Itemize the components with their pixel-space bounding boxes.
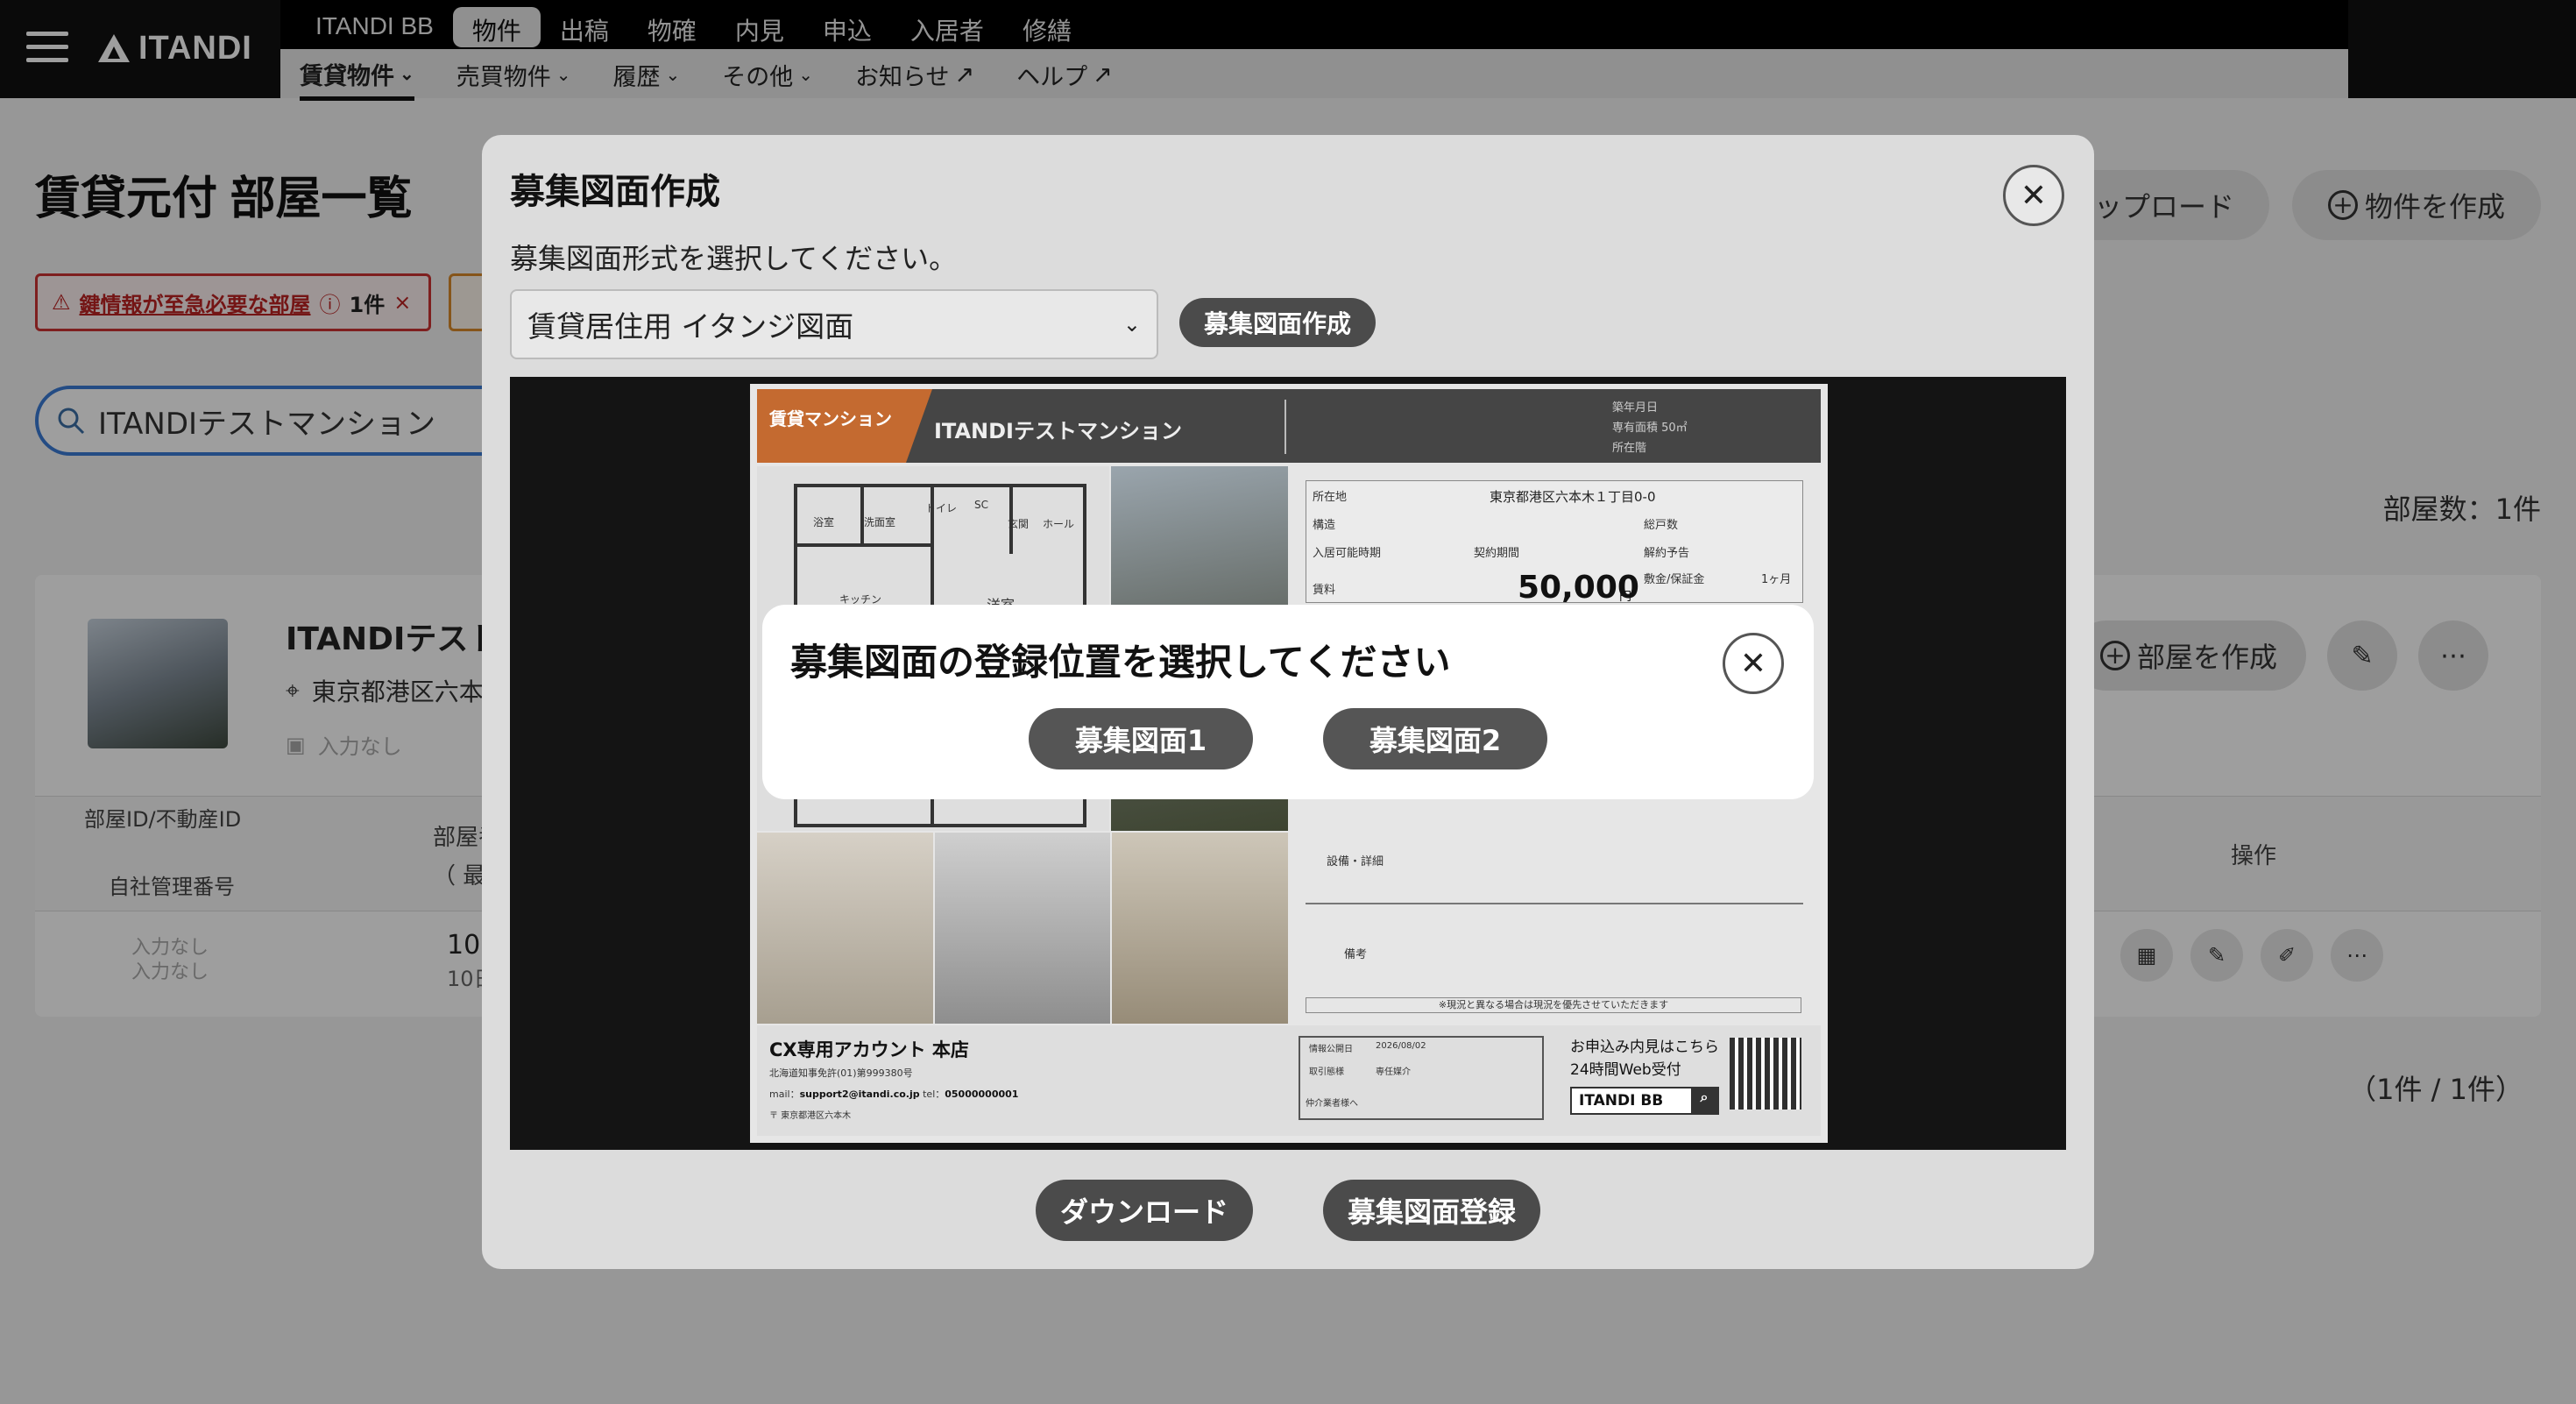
apply-line: お申込み内見はこちら [1570, 1039, 1719, 1056]
flyer-divider [1306, 903, 1803, 904]
flyer-license: 北海道知事免許(01)第999380号 [769, 1067, 913, 1079]
svg-text:洗面室: 洗面室 [864, 515, 895, 528]
apply-line: 24時間Web受付 [1570, 1061, 1681, 1079]
tel: 05000000001 [945, 1088, 1019, 1100]
svg-text:ホール: ホール [1043, 518, 1074, 530]
flyer-building-name: ITANDIテストマンション [934, 419, 1182, 443]
kitchen-photo [934, 833, 1111, 1024]
flyer-contract-label: 契約期間 [1474, 547, 1520, 560]
select-value: 賃貸居住用 イタンジ図面 [527, 309, 854, 344]
position-modal-title: 募集図面の登録位置を選択してください [790, 642, 1451, 683]
flyer-divider [1284, 400, 1286, 454]
flyer-remarks-label: 備考 [1344, 948, 1368, 961]
meta-line: 専有面積 50㎡ [1612, 422, 1688, 435]
flyer-address-label: 所在地 [1313, 491, 1348, 504]
mail: support2@itandi.co.jp [799, 1088, 920, 1100]
svg-text:キッチン: キッチン [839, 593, 881, 606]
flyer-info-pub-label: 情報公開日 [1309, 1045, 1353, 1054]
itbb-text: ITANDI BB [1579, 1092, 1664, 1110]
search-icon: ⌕ [1691, 1088, 1717, 1113]
washroom-photo [1112, 833, 1289, 1024]
chevron-down-icon: ⌄ [1122, 312, 1141, 337]
flyer-apply-text: お申込み内見はこちら 24時間Web受付 [1570, 1036, 1719, 1081]
modal-title: 募集図面作成 [510, 173, 720, 211]
flyer-deposit-label: 敷金/保証金 [1644, 573, 1705, 586]
flyer-rent-label: 賃料 [1313, 584, 1336, 597]
flyer-itandi-bb-logo: ITANDI BB ⌕ [1570, 1087, 1719, 1115]
flyer-footnote: ※現況と異なる場合は現況を優先させていただきます [1306, 997, 1801, 1013]
mail-prefix: mail： [769, 1088, 800, 1100]
flyer-available-label: 入居可能時期 [1313, 547, 1382, 560]
make-flyer-button[interactable]: 募集図面作成 [1179, 298, 1376, 347]
flyer-deposit: 1ヶ月 [1761, 573, 1792, 586]
flyer-total-units-label: 総戸数 [1644, 519, 1679, 532]
modal-prompt: 募集図面形式を選択してください。 [510, 243, 958, 274]
flyer-rent-unit: 円 [1619, 590, 1631, 604]
flyer-agency-address: 〒 東京都港区六本木 [769, 1111, 852, 1121]
flyer-address: 東京都港区六本木１丁目0-0 [1490, 489, 1656, 505]
flyer-contact: mail：support2@itandi.co.jp tel：050000000… [769, 1087, 1018, 1101]
meta-line: 築年月日 [1612, 401, 1659, 415]
svg-text:玄関: 玄関 [1008, 517, 1029, 530]
close-position-modal-button[interactable]: ✕ [1723, 633, 1784, 694]
flyer-slot-2-button[interactable]: 募集図面2 [1323, 708, 1547, 769]
flyer-tag: 賃貸マンション [757, 389, 932, 463]
flyer-equipment-label: 設備・詳細 [1327, 855, 1384, 869]
svg-text:浴室: 浴室 [813, 515, 834, 528]
flyer-structure-label: 構造 [1313, 519, 1336, 532]
close-icon: ✕ [1739, 645, 1767, 682]
flyer-meta: 築年月日専有面積 50㎡ 所在階 [1612, 398, 1688, 458]
room-photos [757, 833, 1289, 1024]
meta-line: 所在階 [1612, 442, 1647, 455]
flyer-agency: CX専用アカウント 本店 [769, 1039, 969, 1060]
flyer-tx-value: 専任媒介 [1376, 1067, 1411, 1077]
flyer-tx-label: 取引態様 [1309, 1067, 1344, 1077]
download-button[interactable]: ダウンロード [1036, 1180, 1253, 1241]
tel-prefix: tel： [923, 1088, 945, 1100]
svg-text:SC: SC [974, 499, 988, 511]
svg-text:トイレ: トイレ [925, 502, 957, 514]
qr-code [1730, 1038, 1801, 1110]
register-flyer-button[interactable]: 募集図面登録 [1323, 1180, 1540, 1241]
flyer-slot-1-button[interactable]: 募集図面1 [1029, 708, 1253, 769]
flyer-info-date: 2026/08/02 [1376, 1041, 1426, 1051]
room-photo [757, 833, 933, 1024]
flyer-agent-label: 仲介業者様へ [1306, 1099, 1358, 1109]
close-modal-button[interactable]: ✕ [2003, 165, 2064, 226]
flyer-format-select[interactable]: 賃貸居住用 イタンジ図面 ⌄ [510, 289, 1158, 359]
close-icon: ✕ [2020, 177, 2048, 214]
flyer-notice-label: 解約予告 [1644, 547, 1690, 560]
